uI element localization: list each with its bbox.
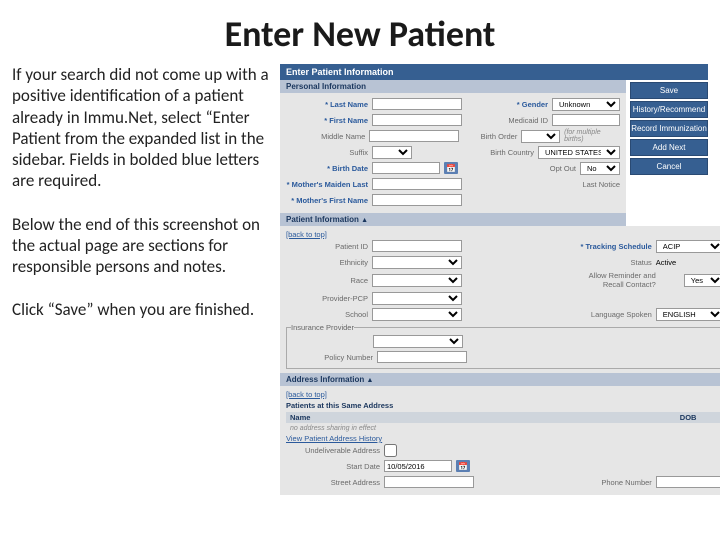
middle-name-input[interactable]	[369, 130, 459, 142]
back-to-top-link[interactable]: [back to top]	[286, 230, 720, 239]
patient-id-input[interactable]	[372, 240, 462, 252]
street-address-input[interactable]	[384, 476, 474, 488]
section-address: Address Information ▲	[280, 373, 720, 386]
race-select[interactable]	[372, 274, 462, 287]
school-select[interactable]	[372, 308, 462, 321]
back-to-top-link-2[interactable]: [back to top]	[286, 390, 720, 399]
label-suffix: Suffix	[286, 148, 368, 157]
label-middle-name: Middle Name	[286, 132, 365, 141]
panel-header-enter-patient: Enter Patient Information	[280, 64, 708, 80]
status-value: Active	[656, 258, 720, 267]
label-status: Status	[568, 258, 652, 267]
label-last-notice: Last Notice	[564, 180, 620, 189]
birth-date-input[interactable]	[372, 162, 440, 174]
label-medicaid: Medicaid ID	[492, 116, 548, 125]
label-mothers-maiden: * Mother's Maiden Last	[286, 180, 368, 189]
section-patient-info: Patient Information ▲	[280, 213, 626, 226]
address-table-header: Name DOB	[286, 412, 720, 423]
first-name-input[interactable]	[372, 114, 462, 126]
section-personal: Personal Information	[280, 80, 626, 93]
screenshot-panel: Enter Patient Information Save History/R…	[280, 64, 708, 495]
label-gender: * Gender	[492, 100, 548, 109]
reminder-select[interactable]: Yes	[684, 274, 720, 287]
language-select[interactable]: ENGLISH	[656, 308, 720, 321]
paragraph-3: Click “Save” when you are finished.	[12, 299, 272, 320]
no-address-sharing: no address sharing in effect	[286, 423, 720, 434]
same-address-heading: Patients at this Same Address	[286, 401, 720, 410]
multiple-births-hint: (for multiple births)	[564, 129, 620, 143]
label-provider-pcp: Provider-PCP	[286, 294, 368, 303]
label-race: Race	[286, 276, 368, 285]
name-column: Name	[290, 413, 680, 422]
opt-out-select[interactable]: No	[580, 162, 620, 175]
label-birth-date: * Birth Date	[286, 164, 368, 173]
label-reminder: Allow Reminder and Recall Contact?	[572, 271, 656, 289]
paragraph-2: Below the end of this screenshot on the …	[12, 214, 272, 278]
birth-order-select[interactable]	[521, 130, 560, 143]
dob-column: DOB	[680, 413, 720, 422]
label-street-address: Street Address	[286, 478, 380, 487]
paragraph-1: If your search did not come up with a po…	[12, 64, 272, 192]
calendar-icon[interactable]: 📅	[456, 460, 470, 472]
mothers-maiden-input[interactable]	[372, 178, 462, 190]
birth-country-select[interactable]: UNITED STATES	[538, 146, 620, 159]
policy-number-input[interactable]	[377, 351, 467, 363]
save-button[interactable]: Save	[630, 82, 708, 99]
label-phone-number: Phone Number	[582, 478, 652, 487]
collapse-icon[interactable]: ▲	[361, 217, 368, 224]
label-mothers-first: * Mother's First Name	[286, 196, 368, 205]
provider-pcp-select[interactable]	[372, 292, 462, 305]
gender-select[interactable]: Unknown	[552, 98, 620, 111]
insurance-legend: Insurance Provider	[291, 323, 354, 332]
label-ethnicity: Ethnicity	[286, 258, 368, 267]
cancel-button[interactable]: Cancel	[630, 158, 708, 175]
label-birth-country: Birth Country	[478, 148, 534, 157]
phone-number-input[interactable]	[656, 476, 720, 488]
mothers-first-input[interactable]	[372, 194, 462, 206]
tracking-select[interactable]: ACIP	[656, 240, 720, 253]
calendar-icon[interactable]: 📅	[444, 162, 458, 174]
medicaid-input[interactable]	[552, 114, 620, 126]
record-immunization-button[interactable]: Record Immunization	[630, 120, 708, 137]
label-last-name: * Last Name	[286, 100, 368, 109]
undeliverable-checkbox[interactable]	[384, 444, 397, 457]
label-tracking: * Tracking Schedule	[568, 242, 652, 251]
label-start-date: Start Date	[286, 462, 380, 471]
label-language: Language Spoken	[568, 310, 652, 319]
view-address-history-link[interactable]: View Patient Address History	[286, 434, 720, 443]
add-next-button[interactable]: Add Next	[630, 139, 708, 156]
ethnicity-select[interactable]	[372, 256, 462, 269]
label-birth-order: Birth Order	[463, 132, 517, 141]
page-title: Enter New Patient	[0, 0, 720, 64]
action-buttons: Save History/Recommend Record Immunizati…	[630, 82, 708, 175]
last-name-input[interactable]	[372, 98, 462, 110]
label-opt-out: Opt Out	[520, 164, 576, 173]
label-school: School	[286, 310, 368, 319]
insurance-provider-select[interactable]	[373, 335, 463, 348]
start-date-input[interactable]	[384, 460, 452, 472]
history-button[interactable]: History/Recommend	[630, 101, 708, 118]
label-undeliverable: Undeliverable Address	[286, 446, 380, 455]
suffix-select[interactable]	[372, 146, 412, 159]
explanatory-text: If your search did not come up with a po…	[12, 64, 272, 495]
collapse-icon[interactable]: ▲	[366, 377, 373, 384]
label-policy-number: Policy Number	[291, 353, 373, 362]
label-patient-id: Patient ID	[286, 242, 368, 251]
label-first-name: * First Name	[286, 116, 368, 125]
